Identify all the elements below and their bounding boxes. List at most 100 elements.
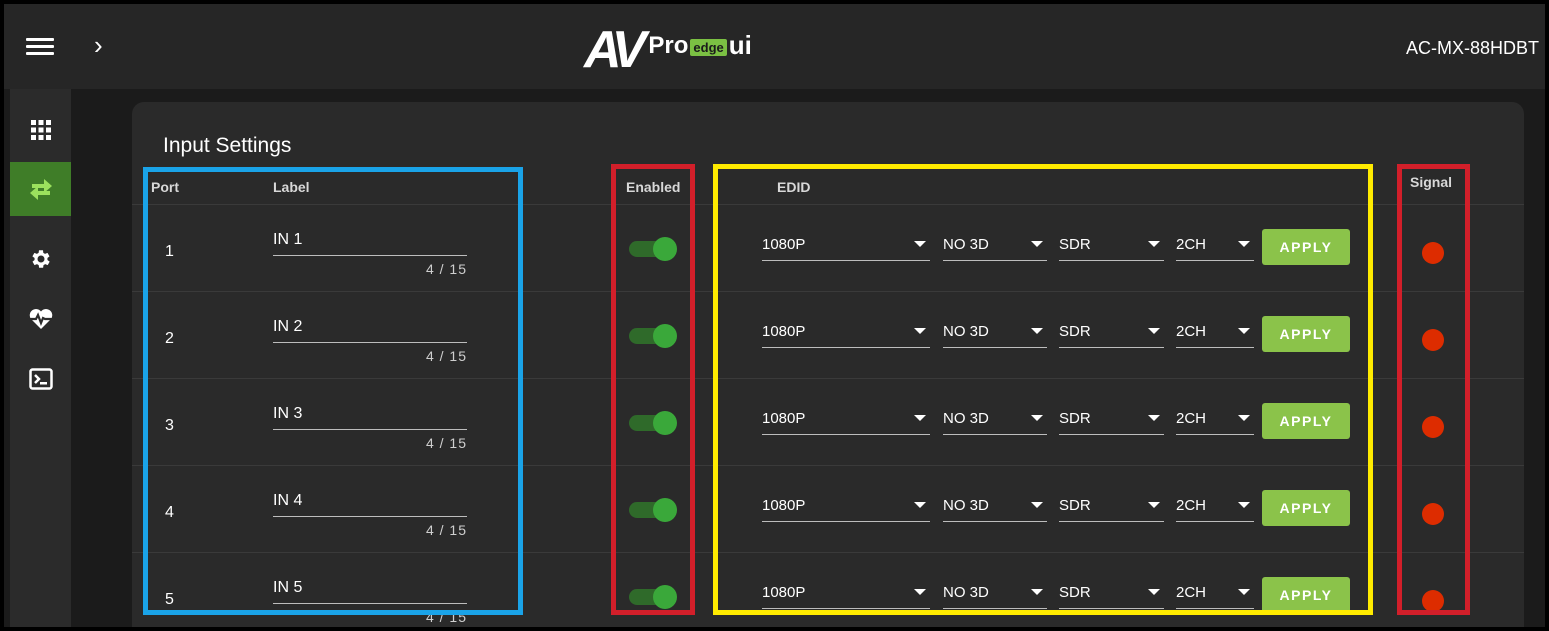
signal-indicator xyxy=(1422,329,1444,351)
hdr-select[interactable]: SDR xyxy=(1059,233,1164,261)
apply-edid-button[interactable]: APPLY xyxy=(1262,577,1350,613)
3d-value: NO 3D xyxy=(943,584,989,601)
toggle-knob xyxy=(653,585,677,609)
label-value: IN 5 xyxy=(273,579,303,596)
signal-indicator xyxy=(1422,503,1444,525)
chevron-down-icon xyxy=(1238,589,1250,595)
signal-indicator xyxy=(1422,242,1444,264)
chevron-down-icon xyxy=(914,415,926,421)
sidebar-item-diagnostics[interactable] xyxy=(10,292,71,346)
3d-select[interactable]: NO 3D xyxy=(943,494,1047,522)
sidebar-item-inputs-outputs[interactable] xyxy=(10,162,71,216)
table-row: 2 IN 2 4 / 15 1080P NO 3D SDR 2CH APPLY xyxy=(132,292,1524,379)
label-input[interactable]: IN 5 4 / 15 xyxy=(273,579,467,625)
swap-arrows-icon xyxy=(29,179,52,200)
table-row: 1 IN 1 4 / 15 1080P NO 3D SDR 2CH APPLY xyxy=(132,205,1524,292)
label-input[interactable]: IN 2 4 / 15 xyxy=(273,318,467,364)
resolution-value: 1080P xyxy=(762,236,806,253)
audio-select[interactable]: 2CH xyxy=(1176,407,1254,435)
label-value: IN 3 xyxy=(273,405,303,422)
app-window: › AV Pro edge ui AC-MX-88HDBT Input Sett… xyxy=(4,4,1545,627)
toggle-knob xyxy=(653,498,677,522)
enabled-toggle[interactable] xyxy=(629,237,679,261)
3d-select[interactable]: NO 3D xyxy=(943,320,1047,348)
hdr-select[interactable]: SDR xyxy=(1059,494,1164,522)
3d-select[interactable]: NO 3D xyxy=(943,581,1047,609)
sidebar xyxy=(10,89,71,627)
avpro-edge-ui-logo: AV Pro edge ui xyxy=(584,18,752,76)
3d-value: NO 3D xyxy=(943,497,989,514)
label-input[interactable]: IN 3 4 / 15 xyxy=(273,405,467,451)
apply-edid-button[interactable]: APPLY xyxy=(1262,229,1350,265)
select-underline xyxy=(943,260,1047,261)
hdr-value: SDR xyxy=(1059,410,1091,427)
resolution-select[interactable]: 1080P xyxy=(762,233,930,261)
page-title: Input Settings xyxy=(163,134,292,157)
port-number: 2 xyxy=(165,330,174,347)
apply-edid-button[interactable]: APPLY xyxy=(1262,316,1350,352)
audio-select[interactable]: 2CH xyxy=(1176,494,1254,522)
select-underline xyxy=(762,260,930,261)
resolution-select[interactable]: 1080P xyxy=(762,407,930,435)
enabled-toggle[interactable] xyxy=(629,585,679,609)
apply-edid-button[interactable]: APPLY xyxy=(1262,403,1350,439)
port-number: 5 xyxy=(165,591,174,608)
grid-icon xyxy=(30,120,51,140)
select-underline xyxy=(1176,434,1254,435)
label-value: IN 1 xyxy=(273,231,303,248)
char-counter: 4 / 15 xyxy=(425,435,467,451)
sidebar-item-terminal[interactable] xyxy=(10,352,71,406)
char-counter: 4 / 15 xyxy=(425,522,467,538)
apply-edid-button[interactable]: APPLY xyxy=(1262,490,1350,526)
3d-select[interactable]: NO 3D xyxy=(943,407,1047,435)
port-number: 1 xyxy=(165,243,174,260)
enabled-toggle[interactable] xyxy=(629,324,679,348)
audio-select[interactable]: 2CH xyxy=(1176,320,1254,348)
chevron-down-icon xyxy=(1031,589,1043,595)
char-counter: 4 / 15 xyxy=(425,261,467,277)
chevron-down-icon xyxy=(914,502,926,508)
hdr-select[interactable]: SDR xyxy=(1059,407,1164,435)
chevron-down-icon xyxy=(1031,415,1043,421)
audio-value: 2CH xyxy=(1176,236,1207,253)
3d-select[interactable]: NO 3D xyxy=(943,233,1047,261)
hdr-select[interactable]: SDR xyxy=(1059,320,1164,348)
heartbeat-icon xyxy=(29,309,52,329)
chevron-right-icon[interactable]: › xyxy=(94,30,103,60)
3d-value: NO 3D xyxy=(943,410,989,427)
resolution-select[interactable]: 1080P xyxy=(762,320,930,348)
column-header-port: Port xyxy=(151,179,179,195)
sidebar-item-dashboard[interactable] xyxy=(10,103,71,157)
toggle-knob xyxy=(653,324,677,348)
audio-select[interactable]: 2CH xyxy=(1176,233,1254,261)
enabled-toggle[interactable] xyxy=(629,411,679,435)
select-underline xyxy=(762,434,930,435)
enabled-toggle[interactable] xyxy=(629,498,679,522)
resolution-select[interactable]: 1080P xyxy=(762,494,930,522)
hdr-select[interactable]: SDR xyxy=(1059,581,1164,609)
select-underline xyxy=(1059,260,1164,261)
hamburger-menu-icon[interactable] xyxy=(26,34,54,60)
resolution-select[interactable]: 1080P xyxy=(762,581,930,609)
select-underline xyxy=(943,347,1047,348)
hdr-value: SDR xyxy=(1059,584,1091,601)
3d-value: NO 3D xyxy=(943,236,989,253)
chevron-down-icon xyxy=(1031,328,1043,334)
audio-value: 2CH xyxy=(1176,323,1207,340)
label-underline xyxy=(273,342,467,343)
sidebar-item-settings[interactable] xyxy=(10,232,71,286)
logo-ui: ui xyxy=(728,30,752,60)
label-input[interactable]: IN 4 4 / 15 xyxy=(273,492,467,538)
chevron-down-icon xyxy=(1148,589,1160,595)
signal-indicator xyxy=(1422,590,1444,612)
top-app-bar: › AV Pro edge ui AC-MX-88HDBT xyxy=(4,4,1545,89)
3d-value: NO 3D xyxy=(943,323,989,340)
select-underline xyxy=(1176,260,1254,261)
chevron-down-icon xyxy=(1238,502,1250,508)
select-underline xyxy=(1059,608,1164,609)
audio-select[interactable]: 2CH xyxy=(1176,581,1254,609)
select-underline xyxy=(1176,608,1254,609)
chevron-down-icon xyxy=(1148,415,1160,421)
label-input[interactable]: IN 1 4 / 15 xyxy=(273,231,467,277)
audio-value: 2CH xyxy=(1176,410,1207,427)
